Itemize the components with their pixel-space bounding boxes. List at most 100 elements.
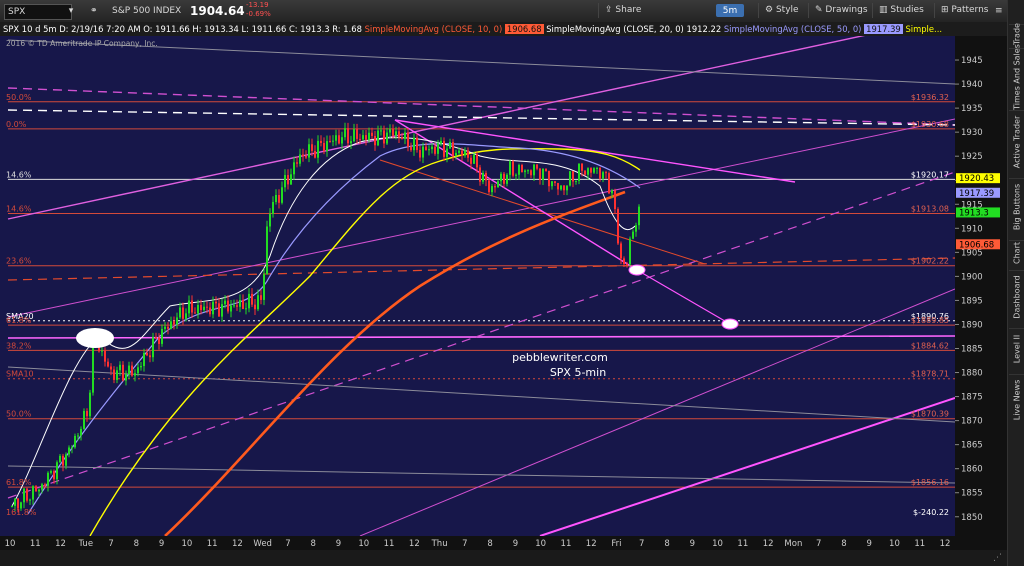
candle-body — [65, 454, 67, 466]
level-price-label: $1920.17 — [911, 170, 949, 179]
x-tick-label: 12 — [940, 539, 951, 549]
side-tab[interactable]: Trade — [1009, 23, 1024, 45]
trendline — [7, 118, 956, 318]
symbol-value: SPX — [8, 7, 26, 17]
candle-body — [431, 146, 433, 150]
drawings-icon: ✎ — [815, 5, 823, 15]
side-tab[interactable]: Chart — [1009, 240, 1024, 265]
candle-body — [491, 186, 493, 193]
candle-body — [566, 185, 568, 191]
sma50-label: SimpleMovingAvg (CLOSE, 50, 0) — [723, 24, 862, 34]
candle-body — [77, 435, 79, 437]
candle-body — [638, 206, 640, 226]
highlight-ellipse — [76, 328, 114, 348]
candle-body — [551, 181, 553, 187]
interval-button[interactable]: 5m — [716, 4, 744, 17]
x-tick-label: 9 — [866, 539, 871, 549]
moving-average-line — [89, 147, 641, 537]
candle-body — [83, 410, 85, 429]
drawings-button[interactable]: ✎ Drawings — [808, 3, 874, 18]
style-button[interactable]: ⚙ Style — [758, 3, 805, 18]
symbol-input[interactable]: SPX — [4, 4, 72, 20]
x-tick-label: 9 — [336, 539, 341, 549]
candle-body — [377, 130, 379, 146]
candle-body — [254, 304, 256, 310]
x-tick-label: 8 — [841, 539, 846, 549]
candle-body — [278, 194, 280, 203]
candle-body — [539, 168, 541, 181]
candle-body — [221, 304, 223, 317]
x-tick-label: 7 — [639, 539, 644, 549]
candle-body — [206, 306, 208, 308]
candle-body — [506, 174, 508, 184]
menu-icon[interactable]: ≡ — [995, 4, 1003, 18]
y-tick-label: 1855 — [961, 489, 983, 499]
candle-body — [416, 137, 418, 150]
level-price-label: $1913.08 — [911, 205, 949, 214]
x-tick-label: 9 — [690, 539, 695, 549]
candle-body — [446, 148, 448, 157]
candle-body — [50, 471, 52, 473]
candle-body — [266, 226, 268, 275]
x-tick-label: 8 — [311, 539, 316, 549]
side-tab[interactable]: Live News — [1009, 374, 1024, 425]
candle-body — [185, 313, 187, 319]
share-label: Share — [615, 5, 642, 15]
candle-body — [572, 171, 574, 182]
side-tab[interactable]: Level II — [1009, 328, 1024, 369]
price-axis-svg: 1850 1855 1860 1865 1870 1875 1880 1885 1890 1895… — [955, 56, 1000, 523]
candle-body — [14, 498, 16, 506]
candle-body — [449, 142, 451, 149]
symbol-dropdown-icon[interactable]: ▾ — [66, 4, 76, 18]
candle-body — [128, 365, 130, 375]
candle-body — [521, 164, 523, 173]
level-price-label: $1889.85 — [911, 316, 949, 325]
candle-body — [275, 194, 277, 203]
candle-body — [542, 168, 544, 181]
candle-body — [359, 138, 361, 140]
side-tab[interactable]: Times And Sales — [1009, 44, 1024, 110]
candle-body — [407, 132, 409, 147]
studies-button[interactable]: ▥ Studies — [872, 3, 930, 18]
candle-body — [227, 300, 229, 312]
candle-body — [614, 190, 616, 210]
candle-body — [146, 352, 148, 356]
side-tab[interactable]: Dashboard — [1009, 270, 1024, 323]
level-price-label: $1902.22 — [911, 257, 949, 266]
candle-body — [617, 209, 619, 244]
level-label: 61.8% — [6, 316, 32, 325]
price-axis[interactable]: 1850 1855 1860 1865 1870 1875 1880 1885 1890 1895… — [955, 36, 1007, 536]
candle-body — [236, 305, 238, 307]
x-tick-label: 11 — [30, 539, 41, 549]
link-icon[interactable]: ⚭ — [90, 4, 98, 18]
resize-grip-icon[interactable]: ⋰ — [993, 553, 1002, 563]
x-tick-label: 11 — [384, 539, 395, 549]
side-tab-label: Live News — [1012, 379, 1021, 421]
price-tag: 1920.43 — [959, 174, 994, 184]
candle-body — [251, 293, 253, 305]
last-price: 1904.64 — [190, 4, 245, 18]
share-button[interactable]: ⇪ Share — [598, 3, 647, 18]
y-tick-label: 1885 — [961, 345, 983, 355]
candle-body — [536, 164, 538, 169]
candle-body — [500, 173, 502, 182]
x-tick-label: 10 — [358, 539, 369, 549]
candle-body — [32, 486, 34, 500]
candle-body — [188, 300, 190, 314]
candle-body — [482, 172, 484, 182]
candle-body — [479, 167, 481, 182]
candle-body — [26, 488, 28, 501]
level-label: 14.6% — [6, 205, 32, 214]
x-tick-label: Mon — [784, 539, 802, 549]
candle-body — [131, 365, 133, 376]
time-axis[interactable]: 10 11 12 Tue 7 8 9 10 11 12 Wed 7 8 9 10 11 12 Thu 7 8 9 10 11… — [0, 536, 1007, 550]
candle-body — [257, 295, 259, 310]
candle-body — [272, 202, 274, 214]
side-tab[interactable]: Active Trader — [1009, 110, 1024, 173]
candle-body — [380, 130, 382, 132]
patterns-button[interactable]: ⊞ Patterns — [934, 3, 995, 18]
sma20-value: 1912.22 — [686, 24, 722, 34]
price-plot[interactable]: 50.0% $1936.32 0.0% $1930.68 14.6% $1920.17 14… — [0, 15, 956, 537]
side-tab[interactable]: Big Buttons — [1009, 178, 1024, 235]
candle-body — [437, 143, 439, 154]
